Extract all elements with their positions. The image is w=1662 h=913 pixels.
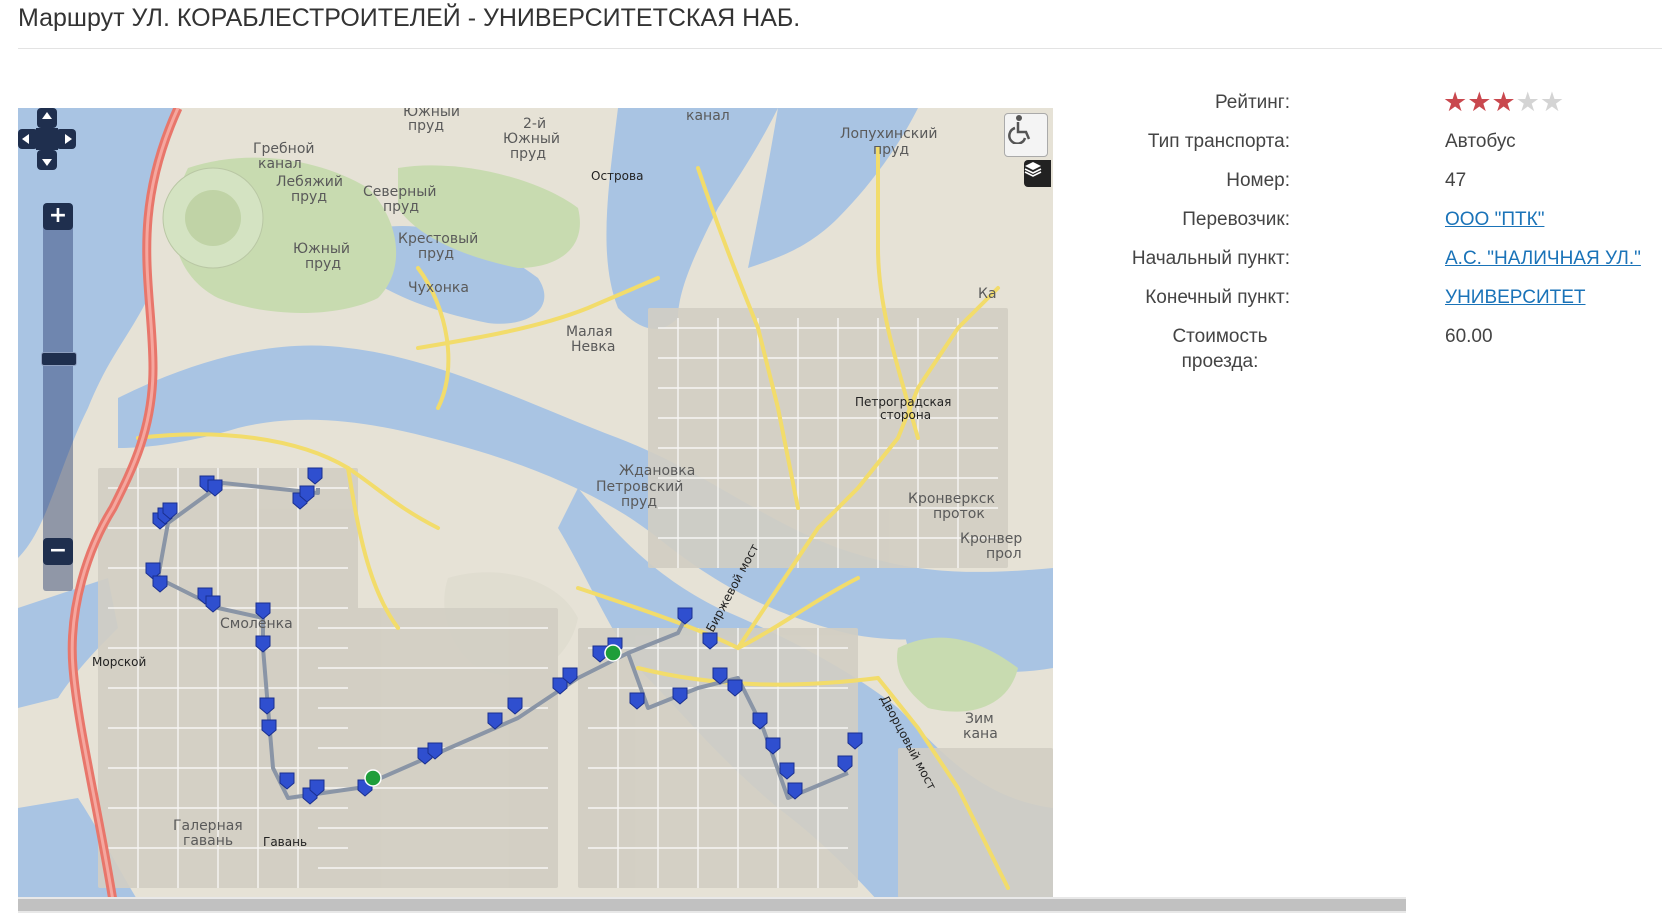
map-canvas[interactable]: Южныйпруд 2-йЮжныйпруд канал Лопухинский… — [18, 108, 1053, 901]
page-title: Маршрут УЛ. КОРАБЛЕСТРОИТЕЛЕЙ - УНИВЕРСИ… — [18, 4, 801, 32]
svg-text:Южный: Южный — [293, 241, 350, 257]
svg-text:кана: кана — [963, 726, 998, 742]
horizontal-scrollbar[interactable] — [18, 897, 1406, 913]
zoom-slider-handle[interactable] — [41, 352, 77, 366]
carrier-link[interactable]: ООО "ПТК" — [1445, 207, 1544, 232]
svg-text:Чухонка: Чухонка — [408, 280, 469, 296]
start-point-label: Начальный пункт: — [1131, 248, 1290, 269]
svg-text:Петровский: Петровский — [596, 479, 683, 495]
svg-text:пруд: пруд — [408, 118, 444, 134]
number-value: 47 — [1445, 170, 1467, 191]
svg-text:гавань: гавань — [183, 833, 233, 849]
title-divider — [18, 48, 1662, 49]
svg-text:сторона: сторона — [880, 408, 931, 422]
end-point-label: Конечный пункт: — [1145, 287, 1290, 308]
svg-text:Малая: Малая — [566, 324, 613, 340]
scrollbar-thumb[interactable] — [18, 899, 1406, 911]
star-icon[interactable]: ★ — [1491, 89, 1515, 116]
transport-type-label: Тип транспорта: — [1147, 131, 1290, 152]
svg-text:Кронвер: Кронвер — [960, 531, 1022, 547]
svg-text:Крестовый: Крестовый — [398, 231, 478, 247]
end-point-link[interactable]: УНИВЕРСИТЕТ — [1445, 285, 1586, 310]
svg-text:пруд: пруд — [305, 256, 341, 272]
carrier-label: Перевозчик: — [1182, 209, 1290, 230]
svg-text:проток: проток — [933, 506, 985, 522]
svg-text:пруд: пруд — [621, 494, 657, 510]
svg-text:Петроградская: Петроградская — [855, 395, 951, 409]
star-icon[interactable]: ★ — [1443, 89, 1467, 116]
svg-text:Галерная: Галерная — [173, 818, 243, 834]
number-label: Номер: — [1226, 170, 1290, 191]
svg-text:2-й: 2-й — [523, 116, 546, 132]
zoom-out-button[interactable]: − — [43, 538, 73, 565]
transport-type-value: Автобус — [1445, 131, 1516, 152]
star-icon[interactable]: ★ — [1467, 89, 1491, 116]
svg-text:Ка: Ка — [978, 286, 997, 302]
price-value: 60.00 — [1445, 326, 1493, 347]
svg-text:Кронверкск: Кронверкск — [908, 491, 995, 507]
svg-text:Зим: Зим — [965, 711, 994, 727]
rating-stars[interactable]: ★ ★ ★ ★ ★ — [1443, 89, 1564, 116]
star-icon[interactable]: ★ — [1540, 89, 1564, 116]
svg-text:пруд: пруд — [418, 246, 454, 262]
rating-label: Рейтинг: — [1214, 92, 1290, 113]
zoom-track[interactable] — [43, 211, 73, 591]
zoom-in-button[interactable]: + — [43, 203, 73, 230]
svg-text:Морской: Морской — [92, 655, 146, 669]
star-icon[interactable]: ★ — [1516, 89, 1540, 116]
svg-text:Гребной: Гребной — [253, 141, 315, 157]
svg-text:Невка: Невка — [571, 339, 615, 355]
svg-text:Южный: Южный — [503, 131, 560, 147]
price-label: Стоимость проезда: — [1172, 326, 1268, 372]
svg-text:прол: прол — [986, 546, 1022, 562]
svg-text:Лебяжий: Лебяжий — [276, 174, 343, 190]
svg-text:пруд: пруд — [291, 189, 327, 205]
pan-arrows-icon[interactable] — [18, 108, 76, 170]
svg-text:Северный: Северный — [363, 184, 436, 200]
svg-text:пруд: пруд — [510, 146, 546, 162]
svg-text:Лопухинский: Лопухинский — [840, 126, 937, 142]
route-map[interactable]: Южный пруд 2-й Южный пруд канал Лопухинский… — [18, 108, 1053, 901]
svg-text:пруд: пруд — [873, 142, 909, 158]
svg-text:пруд: пруд — [383, 199, 419, 215]
svg-text:Гавань: Гавань — [263, 835, 307, 849]
svg-text:канал: канал — [258, 156, 302, 172]
svg-text:Острова: Острова — [591, 169, 643, 183]
svg-text:Смоленка: Смоленка — [220, 616, 293, 632]
svg-text:канал: канал — [686, 108, 730, 124]
start-point-link[interactable]: А.С. "НАЛИЧНАЯ УЛ." — [1445, 246, 1641, 271]
svg-text:Ждановка: Ждановка — [619, 463, 695, 479]
